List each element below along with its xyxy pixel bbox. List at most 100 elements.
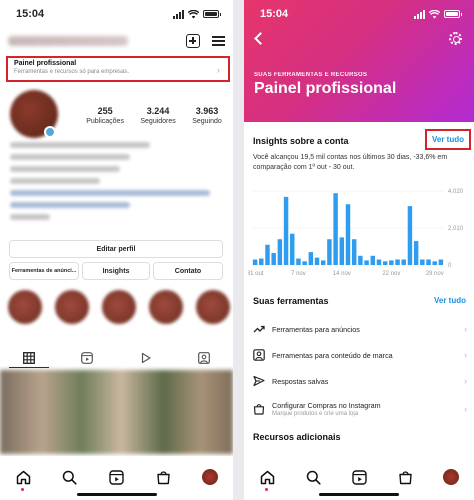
status-time: 15:04 xyxy=(16,8,45,20)
nav-reels[interactable] xyxy=(348,466,370,488)
back-chevron-icon[interactable] xyxy=(254,32,267,45)
highlight-item[interactable] xyxy=(196,290,230,324)
chart-bar[interactable] xyxy=(426,259,431,265)
home-icon xyxy=(16,470,31,484)
tool-saved-replies[interactable]: Respostas salvas › xyxy=(253,372,467,390)
chart-bar[interactable] xyxy=(265,244,270,265)
highlight-item[interactable] xyxy=(102,290,136,324)
notification-dot xyxy=(265,488,268,491)
chart-bar[interactable] xyxy=(432,261,437,265)
send-icon xyxy=(253,375,265,387)
chart-bar[interactable] xyxy=(370,255,376,265)
professional-panel-banner[interactable]: Painel profissional Ferramentas e recurs… xyxy=(6,56,230,82)
tool-label: Ferramentas para conteúdo de marca xyxy=(272,350,393,360)
tool-instagram-shopping[interactable]: Configurar Compras no Instagram Marque p… xyxy=(253,398,467,420)
chart-bar[interactable] xyxy=(308,252,314,265)
story-highlights xyxy=(8,290,230,324)
nav-profile[interactable] xyxy=(199,466,221,488)
play-icon xyxy=(141,352,151,364)
chart-bar[interactable] xyxy=(420,259,425,265)
nav-home[interactable] xyxy=(12,466,34,491)
professional-panel-title: Painel profissional xyxy=(14,60,77,67)
stat-following[interactable]: 3.963 Seguindo xyxy=(192,106,222,125)
nav-profile[interactable] xyxy=(440,466,462,488)
search-icon xyxy=(306,470,321,485)
contact-button[interactable]: Contato xyxy=(153,262,223,280)
content-tabs xyxy=(0,348,233,368)
nav-shop[interactable] xyxy=(394,466,416,488)
chart-bar[interactable] xyxy=(327,239,332,265)
chart-bar[interactable] xyxy=(382,261,388,265)
ad-tools-button[interactable]: Ferramentas de anúnci... xyxy=(9,262,79,280)
tab-grid[interactable] xyxy=(9,348,50,368)
insights-description: Você alcançou 19,5 mil contas nos último… xyxy=(253,154,448,171)
tool-branded-content[interactable]: Ferramentas para conteúdo de marca › xyxy=(253,346,467,364)
nav-reels[interactable] xyxy=(105,466,127,488)
menu-icon[interactable] xyxy=(212,36,225,46)
chart-bar[interactable] xyxy=(413,241,419,265)
nav-search[interactable] xyxy=(59,466,81,488)
tools-title: Suas ferramentas xyxy=(253,296,329,306)
posts-grid[interactable] xyxy=(0,370,233,454)
stat-value: 3.244 xyxy=(146,106,170,116)
stat-followers[interactable]: 3.244 Seguidores xyxy=(140,106,175,125)
username-blurred[interactable] xyxy=(8,36,128,46)
y-tick-label: 0 xyxy=(448,263,452,269)
chart-bar[interactable] xyxy=(358,255,363,265)
tool-label: Configurar Compras no Instagram xyxy=(272,401,381,410)
tools-see-all-link[interactable]: Ver tudo xyxy=(434,296,466,305)
chart-bar[interactable] xyxy=(302,261,307,265)
chart-bar[interactable] xyxy=(395,259,400,265)
chart-bar[interactable] xyxy=(283,196,289,265)
chevron-right-icon: › xyxy=(217,65,220,75)
chart-bar[interactable] xyxy=(376,259,382,265)
chart-bar[interactable] xyxy=(320,260,326,265)
chart-bar[interactable] xyxy=(364,260,369,265)
chart-bar[interactable] xyxy=(271,253,276,265)
add-story-icon[interactable] xyxy=(44,126,56,138)
home-icon xyxy=(260,470,274,484)
chart-bar[interactable] xyxy=(438,259,444,265)
insights-button[interactable]: Insights xyxy=(82,262,150,280)
tool-ad-tools[interactable]: Ferramentas para anúncios › xyxy=(253,320,467,338)
chevron-right-icon: › xyxy=(464,324,467,334)
chart-bar[interactable] xyxy=(351,239,357,265)
stat-posts[interactable]: 255 Publicações xyxy=(86,106,124,125)
reach-bar-chart[interactable]: 4.020 2.010 0 31 out 7 nov 14 nov 22 nov 29 nov xyxy=(248,183,472,283)
tab-reels[interactable] xyxy=(67,348,107,368)
chart-bar[interactable] xyxy=(296,258,301,265)
x-tick-label: 14 nov xyxy=(333,271,351,277)
chart-bar[interactable] xyxy=(401,259,406,265)
stat-label: Seguindo xyxy=(192,118,222,125)
chart-bar[interactable] xyxy=(314,257,320,265)
chart-bar[interactable] xyxy=(333,193,338,265)
chart-bar[interactable] xyxy=(339,237,345,265)
avatar xyxy=(443,469,459,485)
highlight-item[interactable] xyxy=(55,290,89,324)
chart-bar[interactable] xyxy=(259,258,264,265)
nav-shop[interactable] xyxy=(152,466,174,488)
wifi-icon xyxy=(188,9,199,18)
plus-square-icon[interactable] xyxy=(186,34,200,48)
highlight-item[interactable] xyxy=(8,290,42,324)
home-indicator xyxy=(76,493,157,496)
tab-tagged[interactable] xyxy=(184,348,224,368)
chart-bar[interactable] xyxy=(252,259,258,265)
y-tick-label: 2.010 xyxy=(448,226,464,232)
tab-video[interactable] xyxy=(126,348,166,368)
chart-bar[interactable] xyxy=(277,239,283,265)
nav-home[interactable] xyxy=(256,466,278,491)
insights-see-all-link[interactable]: Ver tudo xyxy=(425,129,471,150)
status-bar: 15:04 xyxy=(0,0,233,28)
chart-bar[interactable] xyxy=(290,233,295,265)
chart-bar[interactable] xyxy=(389,260,394,265)
highlight-item[interactable] xyxy=(149,290,183,324)
profile-header xyxy=(8,30,225,52)
settings-gear-icon[interactable] xyxy=(449,32,462,45)
stat-value: 255 xyxy=(97,106,113,116)
nav-search[interactable] xyxy=(302,466,324,488)
edit-profile-button[interactable]: Editar perfil xyxy=(9,240,223,258)
chart-bar[interactable] xyxy=(407,206,413,265)
chart-bar[interactable] xyxy=(345,204,351,265)
chevron-right-icon: › xyxy=(464,404,467,414)
